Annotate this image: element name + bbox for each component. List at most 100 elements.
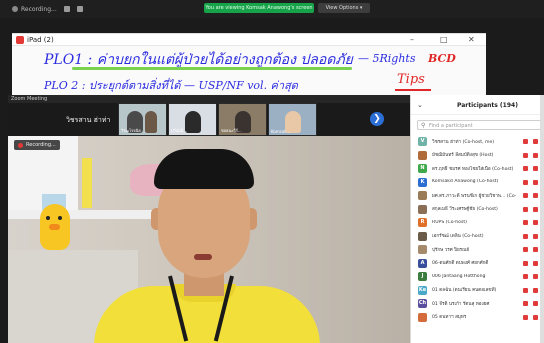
mic-muted-icon[interactable] [523, 166, 528, 171]
annotation-canvas: PLO1 : ค่าบยกในแต่ผู้ป่วยได้อย่างถูกต้อง… [12, 46, 486, 96]
shared-window: iPad (2) – □ ✕ PLO1 : ค่าบยกในแต่ผู้ป่วย… [12, 33, 486, 95]
video-recording-label: Recording... [26, 142, 56, 148]
mic-muted-icon[interactable] [523, 314, 528, 320]
top-bar: Recording... You are viewing Komsak Anaw… [0, 0, 544, 18]
participant-thumbnail[interactable]: วิรัฒโรจนิย [118, 103, 167, 136]
camera-off-icon[interactable] [533, 166, 538, 171]
camera-off-icon[interactable] [533, 152, 538, 158]
participants-header: ⌄ Participants (194) [411, 95, 544, 115]
participant-figure [145, 111, 157, 133]
participant-row[interactable]: J 006 Jantaang Hotthong [411, 270, 544, 284]
participant-row[interactable]: R RUPS (Co-host) [411, 216, 544, 230]
camera-off-icon[interactable] [533, 220, 538, 225]
speaker-hair [154, 149, 254, 189]
participant-name: มัชฌิมันทร์ ลีสมบัติงสุข (Host) [432, 153, 494, 158]
participant-list: V วิชรสาน ฮ่าท่า (Co-host, me) มัชฌิมันทร์… [411, 135, 544, 324]
thumbnail-name: ชลธนะวีร์... [221, 128, 242, 133]
participant-name: 06-ดนศักดิ์ ตบพงศ์ ศยกศักดิ์ [432, 261, 489, 266]
participant-search-input[interactable]: ⚲ Find a participant [417, 120, 541, 130]
camera-off-icon[interactable] [533, 179, 538, 185]
minimize-icon[interactable]: – [410, 35, 414, 45]
mic-muted-icon[interactable] [523, 139, 528, 144]
camera-off-icon[interactable] [533, 247, 538, 252]
camera-off-icon[interactable] [533, 260, 538, 266]
search-placeholder: Find a participant [429, 123, 473, 129]
handwriting-line-2: PLO 2 : ประยุกต์ตามสิ่งที่ได้ — USP/NF v… [44, 79, 298, 92]
participant-row[interactable]: ปุรักษ วรศ ปิยรณย์ [411, 243, 544, 257]
participant-row[interactable]: A 06-ดนศักดิ์ ตบพงศ์ ศยกศักดิ์ [411, 257, 544, 271]
avatar: Ch [418, 299, 427, 308]
zoom-screen: Recording... You are viewing Komsak Anaw… [0, 0, 544, 343]
participant-row[interactable]: 05 ดนทาฯ สมุทร [411, 311, 544, 325]
camera-off-icon[interactable] [533, 233, 538, 239]
video-gallery-strip: วิชรสาน ฮ่าท่า วิรัฒโรจนิย ปวีณ์ณี... ชล… [8, 103, 410, 136]
mic-muted-icon[interactable] [523, 152, 528, 158]
camera-off-icon[interactable] [533, 139, 538, 144]
mic-muted-icon[interactable] [523, 179, 528, 185]
self-tile[interactable]: วิชรสาน ฮ่าท่า [8, 103, 116, 136]
highlight-stroke [72, 67, 352, 70]
mic-muted-icon[interactable] [523, 220, 528, 225]
search-icon: ⚲ [421, 122, 426, 129]
self-name: วิชรสาน ฮ่าท่า [66, 116, 111, 124]
mic-muted-icon[interactable] [523, 301, 528, 306]
meeting-window-title: Zoom Meeting [11, 96, 48, 102]
mic-muted-icon[interactable] [523, 260, 528, 266]
mic-muted-icon[interactable] [523, 247, 528, 252]
tips-underline [395, 89, 431, 91]
mic-muted-icon[interactable] [523, 206, 528, 212]
camera-off-icon[interactable] [533, 206, 538, 212]
mic-muted-icon[interactable] [523, 274, 528, 279]
recording-dot-icon [18, 142, 23, 148]
camera-off-icon[interactable] [533, 193, 538, 198]
pause-icon[interactable] [63, 6, 70, 12]
participant-name: ปุรักษ วรศ ปิยรณย์ [432, 247, 470, 253]
mic-muted-icon[interactable] [523, 193, 528, 198]
participant-row[interactable]: V วิชรสาน ฮ่าท่า (Co-host, me) [411, 135, 544, 149]
view-options-button[interactable]: View Options ▾ [318, 3, 370, 13]
avatar: R [418, 218, 427, 227]
camera-off-icon[interactable] [533, 274, 538, 279]
mic-muted-icon[interactable] [523, 287, 528, 293]
participant-name: วิชรสาน ฮ่าท่า (Co-host, me) [432, 139, 495, 145]
participant-row[interactable]: สกุลเมธี วีระเศรษฐ์ชัย (Co-host) [411, 203, 544, 217]
camera-off-icon[interactable] [533, 287, 538, 293]
mic-muted-icon[interactable] [523, 233, 528, 239]
participant-name: ผศ.ดร.ภาวะดี พรนชีเก ผู้ช่วยวิชาพ... (Co… [432, 193, 516, 199]
avatar [418, 150, 427, 160]
plush-eye [58, 216, 62, 220]
participant-row[interactable]: Ke 01 ดลฉัน (ดนเรียน คนตอเลขที่) [411, 284, 544, 298]
next-page-icon[interactable]: ❯ [370, 112, 384, 126]
shared-window-titlebar: iPad (2) – □ ✕ [12, 34, 486, 46]
thumbnail-name: ปวีณ์ณี... [171, 128, 188, 133]
participant-thumbnail[interactable]: Komsak... [268, 103, 317, 136]
participant-thumbnail[interactable]: ปวีณ์ณี... [168, 103, 217, 136]
stop-icon[interactable] [76, 6, 83, 12]
participant-row[interactable]: ผศ.ดร.ภาวะดี พรนชีเก ผู้ช่วยวิชาพ... (Co… [411, 189, 544, 203]
participant-row[interactable]: N ดร.ฤทธิ์ ชมรศ ทองไชยใส่เนื้อ (Co-host) [411, 162, 544, 176]
participant-row[interactable]: Ch 01 จีรดิ นรเก้า รัตนสุ ทองยศ [411, 297, 544, 311]
recording-label: Recording... [21, 5, 57, 13]
maximize-icon[interactable]: □ [440, 35, 448, 45]
participant-row[interactable]: เอกรัชฒ์ เดลิน (Co-host) [411, 230, 544, 244]
camera-off-icon[interactable] [533, 301, 538, 306]
screen-share-banner: You are viewing Komsak Anawong's screen [204, 3, 314, 13]
avatar: J [418, 272, 427, 281]
chevron-down-icon[interactable]: ⌄ [417, 101, 423, 109]
participant-row[interactable]: มัชฌิมันทร์ ลีสมบัติงสุข (Host) [411, 149, 544, 163]
participant-name: ดร.ฤทธิ์ ชมรศ ทองไชยใส่เนื้อ (Co-host) [432, 166, 514, 172]
avatar [418, 231, 427, 241]
thumbnail-name: Komsak... [271, 129, 291, 134]
participant-thumbnail[interactable]: ชลธนะวีร์... [218, 103, 267, 136]
speaker-video: Recording... [8, 136, 410, 343]
video-recording-badge[interactable]: Recording... [14, 140, 60, 150]
close-icon[interactable]: ✕ [468, 35, 475, 45]
participant-name: 01 จีรดิ นรเก้า รัตนสุ ทองยศ [432, 301, 490, 307]
ipad-app-icon [16, 36, 24, 44]
participant-row[interactable]: K Komsakd Anawong (Co-host) [411, 176, 544, 190]
camera-off-icon[interactable] [533, 314, 538, 320]
recording-indicator[interactable]: Recording... [12, 4, 83, 14]
avatar [418, 204, 427, 214]
handwriting-bcd: BCD [428, 52, 456, 65]
recording-icon [12, 6, 18, 12]
